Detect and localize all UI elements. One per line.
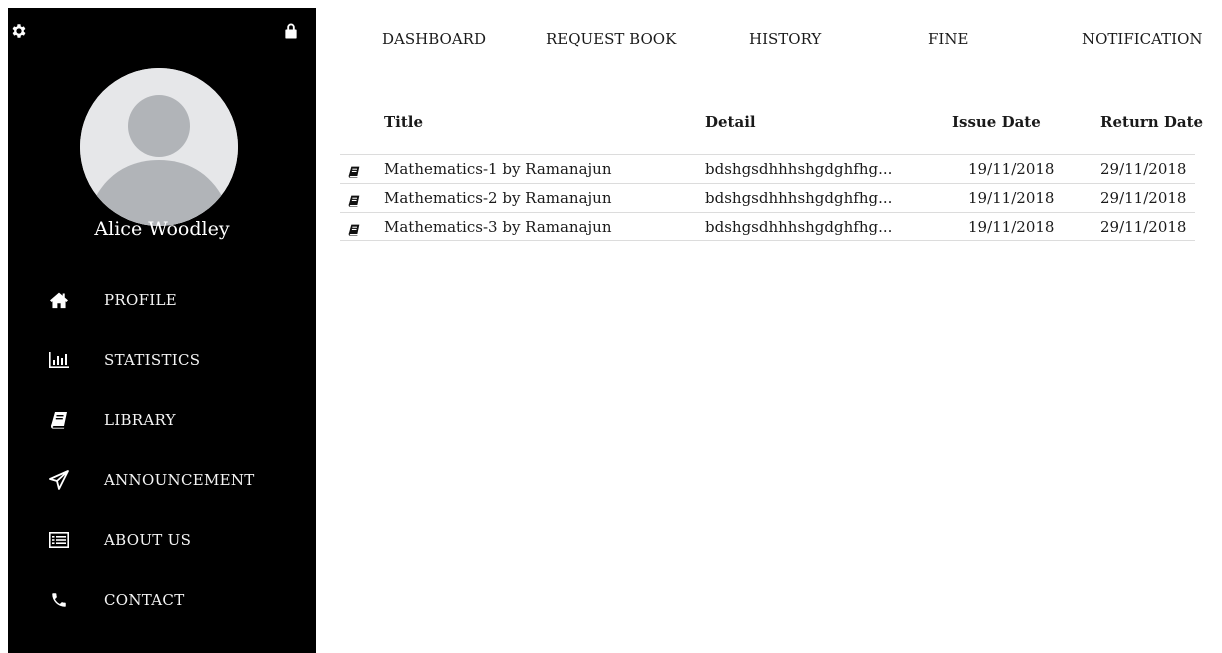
cell-title: Mathematics-3 by Ramanajun [384,218,612,236]
cell-title: Mathematics-2 by Ramanajun [384,189,612,207]
cell-issue-date: 19/11/2018 [968,189,1055,207]
user-avatar-placeholder [80,68,238,226]
user-name: Alice Woodley [94,218,230,240]
sidebar-item-about-us[interactable]: ABOUT US [8,510,316,570]
table-row[interactable]: Mathematics-3 by Ramanajun bdshgsdhhhshg… [340,212,1195,241]
tab-dashboard[interactable]: DASHBOARD [382,30,486,48]
cell-return-date: 29/11/2018 [1100,218,1187,236]
book-icon [348,192,360,211]
avatar [80,68,238,226]
tab-request-book[interactable]: REQUEST BOOK [546,30,676,48]
sidebar-item-profile[interactable]: PROFILE [8,270,316,330]
paper-plane-icon [8,470,104,490]
app-root: Alice Woodley PROFILE STATISTICS LIBRARY… [0,0,1222,653]
top-nav: DASHBOARD REQUEST BOOK HISTORY FINE NOTI… [316,30,1222,56]
sidebar-item-announcement[interactable]: ANNOUNCEMENT [8,450,316,510]
tab-fine[interactable]: FINE [928,30,968,48]
cell-return-date: 29/11/2018 [1100,160,1187,178]
sidebar-item-label: STATISTICS [104,351,201,369]
sidebar-item-label: LIBRARY [104,411,176,429]
phone-icon [8,591,104,609]
tab-history[interactable]: HISTORY [749,30,821,48]
cell-detail: bdshgsdhhhshgdghfhg... [705,218,893,236]
cell-title: Mathematics-1 by Ramanajun [384,160,612,178]
cell-return-date: 29/11/2018 [1100,189,1187,207]
book-icon [348,221,360,240]
tab-notification[interactable]: NOTIFICATION [1082,30,1203,48]
sidebar-nav: PROFILE STATISTICS LIBRARY ANNOUNCEMENT … [8,270,316,630]
sidebar: Alice Woodley PROFILE STATISTICS LIBRARY… [8,8,316,653]
sidebar-item-contact[interactable]: CONTACT [8,570,316,630]
book-icon [348,163,360,182]
sidebar-item-label: ANNOUNCEMENT [104,471,255,489]
sidebar-item-label: PROFILE [104,291,178,309]
sidebar-item-statistics[interactable]: STATISTICS [8,330,316,390]
column-header-title: Title [384,113,424,131]
column-header-detail: Detail [705,113,756,131]
cell-issue-date: 19/11/2018 [968,218,1055,236]
home-icon [8,291,104,309]
table-row[interactable]: Mathematics-1 by Ramanajun bdshgsdhhhshg… [340,154,1195,183]
issued-books-table: Title Detail Issue Date Return Date Math… [340,110,1203,241]
column-header-return-date: Return Date [1100,113,1204,131]
cell-issue-date: 19/11/2018 [968,160,1055,178]
sidebar-item-label: ABOUT US [104,531,192,549]
table-header: Title Detail Issue Date Return Date [340,110,1203,154]
sidebar-item-library[interactable]: LIBRARY [8,390,316,450]
bar-chart-icon [8,351,104,369]
sidebar-item-label: CONTACT [104,591,185,609]
table-row[interactable]: Mathematics-2 by Ramanajun bdshgsdhhhshg… [340,183,1195,212]
cell-detail: bdshgsdhhhshgdghfhg... [705,160,893,178]
gear-icon[interactable] [10,22,28,40]
list-icon [8,532,104,548]
column-header-issue-date: Issue Date [952,113,1041,131]
cell-detail: bdshgsdhhhshgdghfhg... [705,189,893,207]
lock-icon[interactable] [282,22,300,40]
book-icon [8,411,104,429]
